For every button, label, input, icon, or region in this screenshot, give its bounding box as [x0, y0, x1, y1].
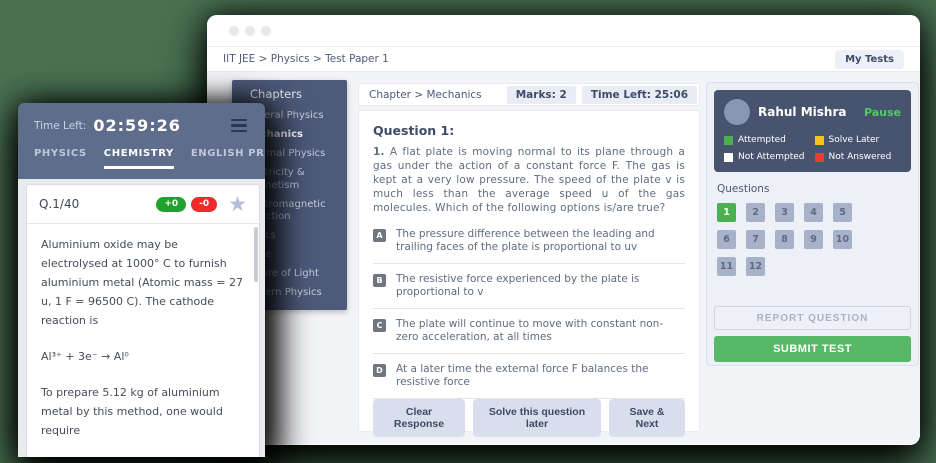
subject-tab[interactable]: ENGLISH PROFICIENCY [191, 148, 265, 169]
page-background: IIT JEE > Physics > Test Paper 1 My Test… [0, 0, 936, 463]
legend-label: Not Attempted [738, 152, 804, 162]
palette-question-cell[interactable]: 5 [833, 203, 852, 222]
legend-color-swatch [815, 136, 824, 145]
breadcrumb[interactable]: IIT JEE > Physics > Test Paper 1 [223, 53, 389, 65]
window-titlebar [207, 15, 920, 47]
window-control-dot[interactable] [245, 26, 255, 36]
palette-question-cell[interactable]: 10 [833, 230, 852, 249]
questions-palette: 1 2 3 4 5 6 7 8 [714, 203, 911, 276]
question-number-prefix: 1. [373, 146, 385, 158]
mobile-test-panel: Time Left: 02:59:26 PHYSICS CHEMISTRY EN… [18, 103, 265, 457]
option-row[interactable]: A The pressure difference between the le… [373, 219, 685, 264]
chapter-path: Chapter > Mechanics [369, 89, 482, 101]
palette-question-cell[interactable]: 4 [804, 203, 823, 222]
mobile-options-list: 5.49 ˣ 10¹ C of electricity 5.49 ˣ 10⁴ C… [27, 440, 259, 457]
legend-label: Attempted [738, 135, 786, 145]
scrollbar-thumb[interactable] [254, 227, 258, 282]
option-text: The resistive force experienced by the p… [396, 273, 683, 299]
palette-question-cell[interactable]: 7 [746, 230, 765, 249]
submit-test-button[interactable]: SUBMIT TEST [714, 336, 911, 362]
clear-response-button[interactable]: Clear Response [373, 399, 465, 437]
marks-badge: Marks: 2 [507, 86, 576, 104]
mobile-question-text: Aluminium oxide may be electrolysed at 1… [27, 224, 259, 440]
palette-question-cell[interactable]: 8 [775, 230, 794, 249]
avatar [724, 99, 750, 125]
positive-marks-badge: +0 [156, 197, 186, 212]
legend-color-swatch [815, 153, 824, 162]
legend-item: Not Answered [815, 152, 902, 162]
mobile-marks-badges: +0 -0 ★ [156, 195, 247, 213]
window-control-dot[interactable] [229, 26, 239, 36]
mobile-body: Q.1/40 +0 -0 ★ Aluminium oxide may be el… [18, 179, 265, 457]
subject-tab[interactable]: PHYSICS [34, 148, 87, 169]
legend-color-swatch [724, 136, 733, 145]
legend-color-swatch [724, 153, 733, 162]
mobile-question-card: Q.1/40 +0 -0 ★ Aluminium oxide may be el… [26, 184, 260, 457]
legend-item: Attempted [724, 135, 811, 145]
pause-button[interactable]: Pause [864, 106, 901, 119]
user-card: Rahul Mishra Pause Attempted [714, 90, 911, 172]
mobile-header: Time Left: 02:59:26 [18, 103, 265, 139]
mobile-subject-tabs: PHYSICS CHEMISTRY ENGLISH PROFICIENCY [18, 139, 265, 169]
question-actions: Clear Response Solve this question later… [373, 399, 685, 437]
palette-question-cell[interactable]: 9 [804, 230, 823, 249]
user-row: Rahul Mishra Pause [724, 99, 901, 125]
question-card: Question 1: 1. A flat plate is moving no… [358, 110, 700, 432]
palette-question-cell[interactable]: 12 [746, 257, 765, 276]
my-tests-button[interactable]: My Tests [835, 50, 904, 69]
report-question-button[interactable]: REPORT QUESTION [714, 306, 911, 330]
option-text: The plate will continue to move with con… [396, 318, 683, 344]
subject-tab[interactable]: CHEMISTRY [104, 148, 174, 169]
options-list: A The pressure difference between the le… [373, 219, 685, 399]
option-text: The pressure difference between the lead… [396, 228, 683, 254]
option-row[interactable]: D At a later time the external force F b… [373, 354, 685, 399]
status-panel: Rahul Mishra Pause Attempted [706, 82, 919, 366]
question-body-text: A flat plate is moving normal to its pla… [373, 146, 685, 214]
question-header-bar: Chapter > Mechanics Marks: 2 Time Left: … [358, 83, 700, 106]
menu-icon[interactable] [229, 117, 249, 135]
option-row[interactable]: B The resistive force experienced by the… [373, 264, 685, 309]
mobile-time-left-label: Time Left: [34, 120, 86, 132]
reaction-equation: Al³⁺ + 3e⁻ → Al⁰ [41, 347, 245, 366]
legend-label: Solve Later [829, 135, 880, 145]
solve-later-button[interactable]: Solve this question later [473, 399, 601, 437]
question-text: 1. A flat plate is moving normal to its … [373, 145, 685, 215]
negative-marks-badge: -0 [191, 197, 217, 212]
option-letter-badge[interactable]: D [373, 364, 386, 377]
browser-window: IIT JEE > Physics > Test Paper 1 My Test… [207, 15, 920, 445]
palette-question-cell[interactable]: 2 [746, 203, 765, 222]
save-next-button[interactable]: Save & Next [609, 399, 685, 437]
option-row[interactable]: C The plate will continue to move with c… [373, 309, 685, 354]
mobile-question-card-header: Q.1/40 +0 -0 ★ [27, 185, 259, 224]
status-legend: Attempted Solve Later Not Attempted [724, 135, 901, 162]
mobile-option-row[interactable]: 5.49 ˣ 10¹ C of electricity [41, 446, 245, 457]
option-letter-badge[interactable]: B [373, 274, 386, 287]
breadcrumb-bar: IIT JEE > Physics > Test Paper 1 My Test… [207, 47, 920, 72]
mobile-question-paragraph: To prepare 5.12 kg of aluminium metal by… [41, 383, 245, 440]
mobile-question-number: Q.1/40 [39, 197, 79, 211]
mobile-timer: 02:59:26 [93, 116, 181, 135]
window-control-dot[interactable] [261, 26, 271, 36]
option-letter-badge[interactable]: C [373, 319, 386, 332]
legend-item: Not Attempted [724, 152, 811, 162]
palette-question-cell[interactable]: 1 [717, 203, 736, 222]
questions-palette-title: Questions [717, 183, 908, 195]
browser-content: Chapters General Physics Mechanics Therm… [207, 72, 920, 444]
option-letter-badge[interactable]: A [373, 229, 386, 242]
palette-question-cell[interactable]: 6 [717, 230, 736, 249]
star-icon[interactable]: ★ [228, 195, 247, 213]
question-title: Question 1: [373, 123, 685, 138]
user-name: Rahul Mishra [758, 105, 846, 119]
palette-question-cell[interactable]: 11 [717, 257, 736, 276]
legend-item: Solve Later [815, 135, 902, 145]
legend-label: Not Answered [829, 152, 892, 162]
time-left-badge: Time Left: 25:06 [582, 86, 697, 104]
palette-question-cell[interactable]: 3 [775, 203, 794, 222]
mobile-question-paragraph: Aluminium oxide may be electrolysed at 1… [41, 235, 245, 330]
option-text: At a later time the external force F bal… [396, 363, 683, 389]
